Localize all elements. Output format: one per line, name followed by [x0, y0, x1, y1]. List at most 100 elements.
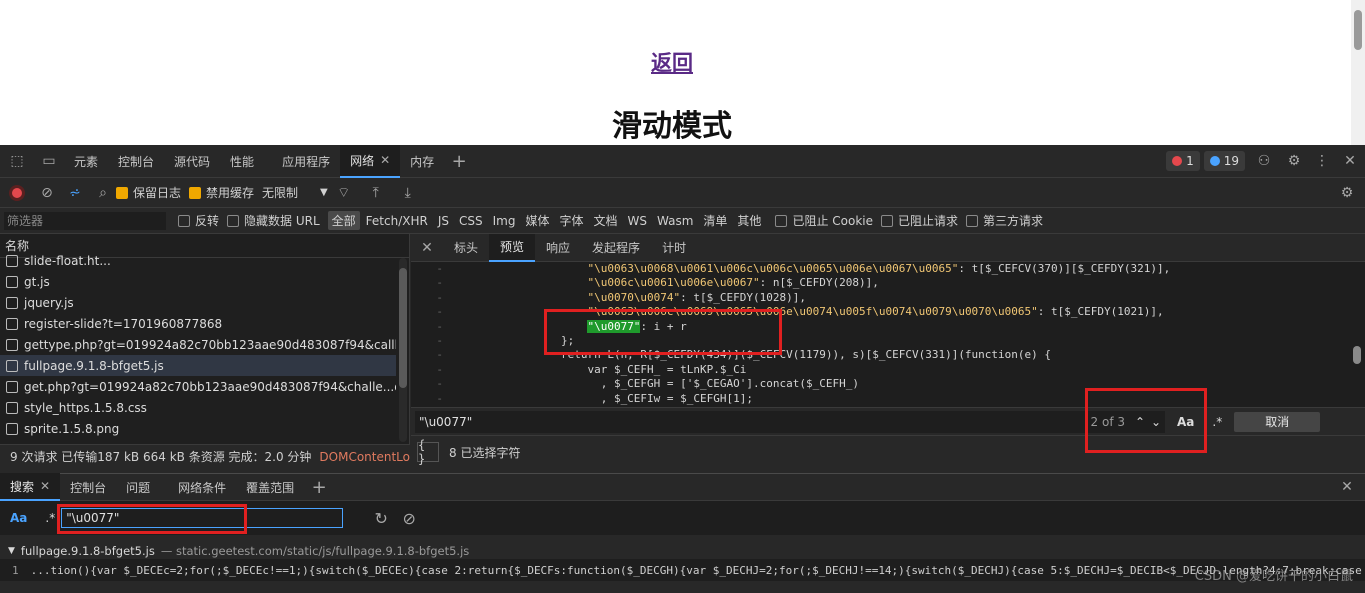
request-row[interactable]: slide-float.ht... [0, 250, 396, 271]
code-scrollbar-thumb[interactable] [1353, 346, 1361, 364]
request-scrollbar-thumb[interactable] [399, 268, 407, 388]
request-scrollbar[interactable] [399, 258, 407, 442]
third-party-checkbox[interactable]: 第三方请求 [966, 212, 1043, 229]
close-devtools-icon[interactable]: ✕ [1335, 145, 1365, 178]
record-icon[interactable] [0, 178, 34, 208]
code-scrollbar[interactable] [1353, 266, 1361, 396]
search-match-case-toggle[interactable]: Aa [10, 511, 27, 525]
checkbox-checked-icon [189, 186, 202, 199]
add-tab-icon[interactable]: + [444, 145, 474, 178]
request-row[interactable]: fullpage.9.1.8-bfget5.js [0, 355, 396, 376]
tab-application[interactable]: 应用程序 [272, 145, 340, 178]
network-settings-icon[interactable]: ⚙ [1329, 178, 1365, 208]
filter-type-img[interactable]: Img [489, 213, 520, 229]
filter-type-manifest[interactable]: 清单 [699, 211, 731, 230]
find-next-icon[interactable]: ⌄ [1151, 415, 1161, 429]
settings-gear-icon[interactable]: ⚙ [1279, 145, 1309, 178]
device-toolbar-icon[interactable]: ▭ [34, 145, 64, 178]
back-link[interactable]: 返回 [651, 47, 693, 77]
hide-data-url-checkbox[interactable]: 隐藏数据 URL [227, 212, 320, 229]
code-line: }; [455, 333, 575, 347]
preserve-log-checkbox[interactable]: 保留日志 [116, 184, 181, 201]
find-bar: "\u0077" 2 of 3 ⌃ ⌄ Aa .* 取消 [411, 407, 1365, 435]
filter-type-fetch[interactable]: Fetch/XHR [362, 213, 432, 229]
tab-initiator[interactable]: 发起程序 [581, 234, 651, 262]
match-case-toggle[interactable]: Aa [1177, 415, 1194, 429]
close-drawer-icon[interactable]: ✕ [1329, 473, 1365, 501]
page-scrollbar-thumb[interactable] [1354, 10, 1362, 50]
invert-checkbox[interactable]: 反转 [178, 212, 219, 229]
request-row[interactable]: style_https.1.5.8.css [0, 397, 396, 418]
customize-icon[interactable]: ⚇ [1249, 145, 1279, 178]
drawer-tab-issues[interactable]: 问题 [116, 473, 160, 501]
drawer-tab-console[interactable]: 控制台 [60, 473, 116, 501]
search-input[interactable]: "\u0077" [61, 508, 344, 528]
filter-type-all[interactable]: 全部 [327, 211, 360, 230]
pretty-print-icon[interactable]: { } [417, 438, 439, 466]
tab-performance[interactable]: 性能 [220, 145, 264, 178]
filter-input[interactable]: 筛选器 [4, 211, 166, 230]
drawer-tab-search[interactable]: 搜索 ✕ [0, 473, 61, 501]
collapse-triangle-icon[interactable]: ▼ [8, 546, 15, 556]
blocked-request-checkbox[interactable]: 已阻止请求 [880, 212, 958, 229]
message-badge[interactable]: 19 [1203, 151, 1245, 171]
request-row[interactable]: sprite.1.5.8.png [0, 418, 396, 436]
tab-network[interactable]: 网络 ✕ [340, 144, 401, 178]
download-icon[interactable]: ⤓ [392, 178, 424, 208]
page-title: 滑动模式 [612, 109, 732, 144]
search-result-line[interactable]: 1 ...tion(){var $_DECEc=2;for(;$_DECEc!=… [0, 559, 1365, 581]
file-icon [6, 401, 18, 414]
tab-headers[interactable]: 标头 [443, 234, 489, 262]
request-row[interactable]: jquery.js [0, 292, 396, 313]
filter-icon[interactable]: ⩫ [60, 178, 90, 208]
request-row[interactable]: gettype.php?gt=019924a82c70bb123aae90d48… [0, 334, 396, 355]
upload-icon[interactable]: ⤒ [360, 178, 392, 208]
filter-type-font[interactable]: 字体 [555, 211, 587, 230]
filter-type-other[interactable]: 其他 [733, 211, 765, 230]
close-icon[interactable]: ✕ [380, 153, 390, 167]
tab-console[interactable]: 控制台 [108, 145, 164, 178]
filter-type-ws[interactable]: WS [624, 213, 651, 229]
search-regex-toggle[interactable]: .* [45, 511, 55, 525]
filter-type-media[interactable]: 媒体 [521, 211, 553, 230]
tab-timing[interactable]: 计时 [651, 234, 697, 262]
find-prev-icon[interactable]: ⌃ [1135, 415, 1145, 429]
find-input[interactable]: "\u0077" 2 of 3 ⌃ ⌄ [415, 410, 1165, 433]
tab-memory[interactable]: 内存 [400, 145, 444, 178]
regex-toggle[interactable]: .* [1212, 415, 1222, 429]
filter-type-css[interactable]: CSS [455, 213, 487, 229]
throttle-select[interactable]: 无限制 ▼ [262, 184, 328, 201]
blocked-cookie-checkbox[interactable]: 已阻止 Cookie [775, 212, 873, 229]
network-conditions-icon[interactable]: ⌔ [328, 178, 360, 208]
page-scrollbar[interactable] [1351, 0, 1365, 145]
more-menu-icon[interactable]: ⋮ [1309, 145, 1335, 178]
request-row[interactable]: register-slide?t=1701960877868 [0, 313, 396, 334]
request-row[interactable]: get.php?gt=019924a82c70bb123aae90d483087… [0, 376, 396, 397]
cancel-button[interactable]: 取消 [1234, 411, 1321, 432]
tab-response[interactable]: 响应 [535, 234, 581, 262]
tab-sources[interactable]: 源代码 [164, 145, 220, 178]
tab-elements[interactable]: 元素 [64, 145, 108, 178]
request-row[interactable]: gt.js [0, 271, 396, 292]
error-badge[interactable]: 1 [1166, 151, 1200, 171]
close-panel-icon[interactable]: ✕ [411, 234, 443, 262]
refresh-icon[interactable]: ↻ [363, 501, 399, 535]
search-result-file[interactable]: ▼ fullpage.9.1.8-bfget5.js — static.geet… [0, 543, 1365, 559]
code-viewer[interactable]: ---------- "\u0063\u0068\u0061\u006c\u00… [411, 262, 1365, 407]
tab-preview[interactable]: 预览 [489, 233, 536, 262]
filter-type-doc[interactable]: 文档 [590, 211, 622, 230]
request-name: sprite.1.5.8.png [24, 421, 120, 436]
disable-cache-checkbox[interactable]: 禁用缓存 [189, 184, 254, 201]
drawer-tab-coverage[interactable]: 覆盖范围 [236, 473, 304, 501]
clear-icon[interactable]: ⊘ [34, 178, 60, 208]
filter-type-wasm[interactable]: Wasm [653, 213, 697, 229]
filter-type-js[interactable]: JS [434, 213, 453, 229]
request-name: jquery.js [24, 295, 74, 310]
clear-search-icon[interactable]: ⊘ [399, 501, 419, 535]
search-icon[interactable]: ⌕ [90, 178, 116, 208]
inspect-icon[interactable]: ⬚ [0, 145, 34, 178]
add-drawer-tab-icon[interactable]: + [304, 473, 334, 501]
drawer-tab-network-conditions[interactable]: 网络条件 [168, 473, 236, 501]
close-icon[interactable]: ✕ [40, 479, 50, 493]
request-list: 名称 slide-float.ht... gt.js jquery.js regist… [0, 234, 410, 468]
